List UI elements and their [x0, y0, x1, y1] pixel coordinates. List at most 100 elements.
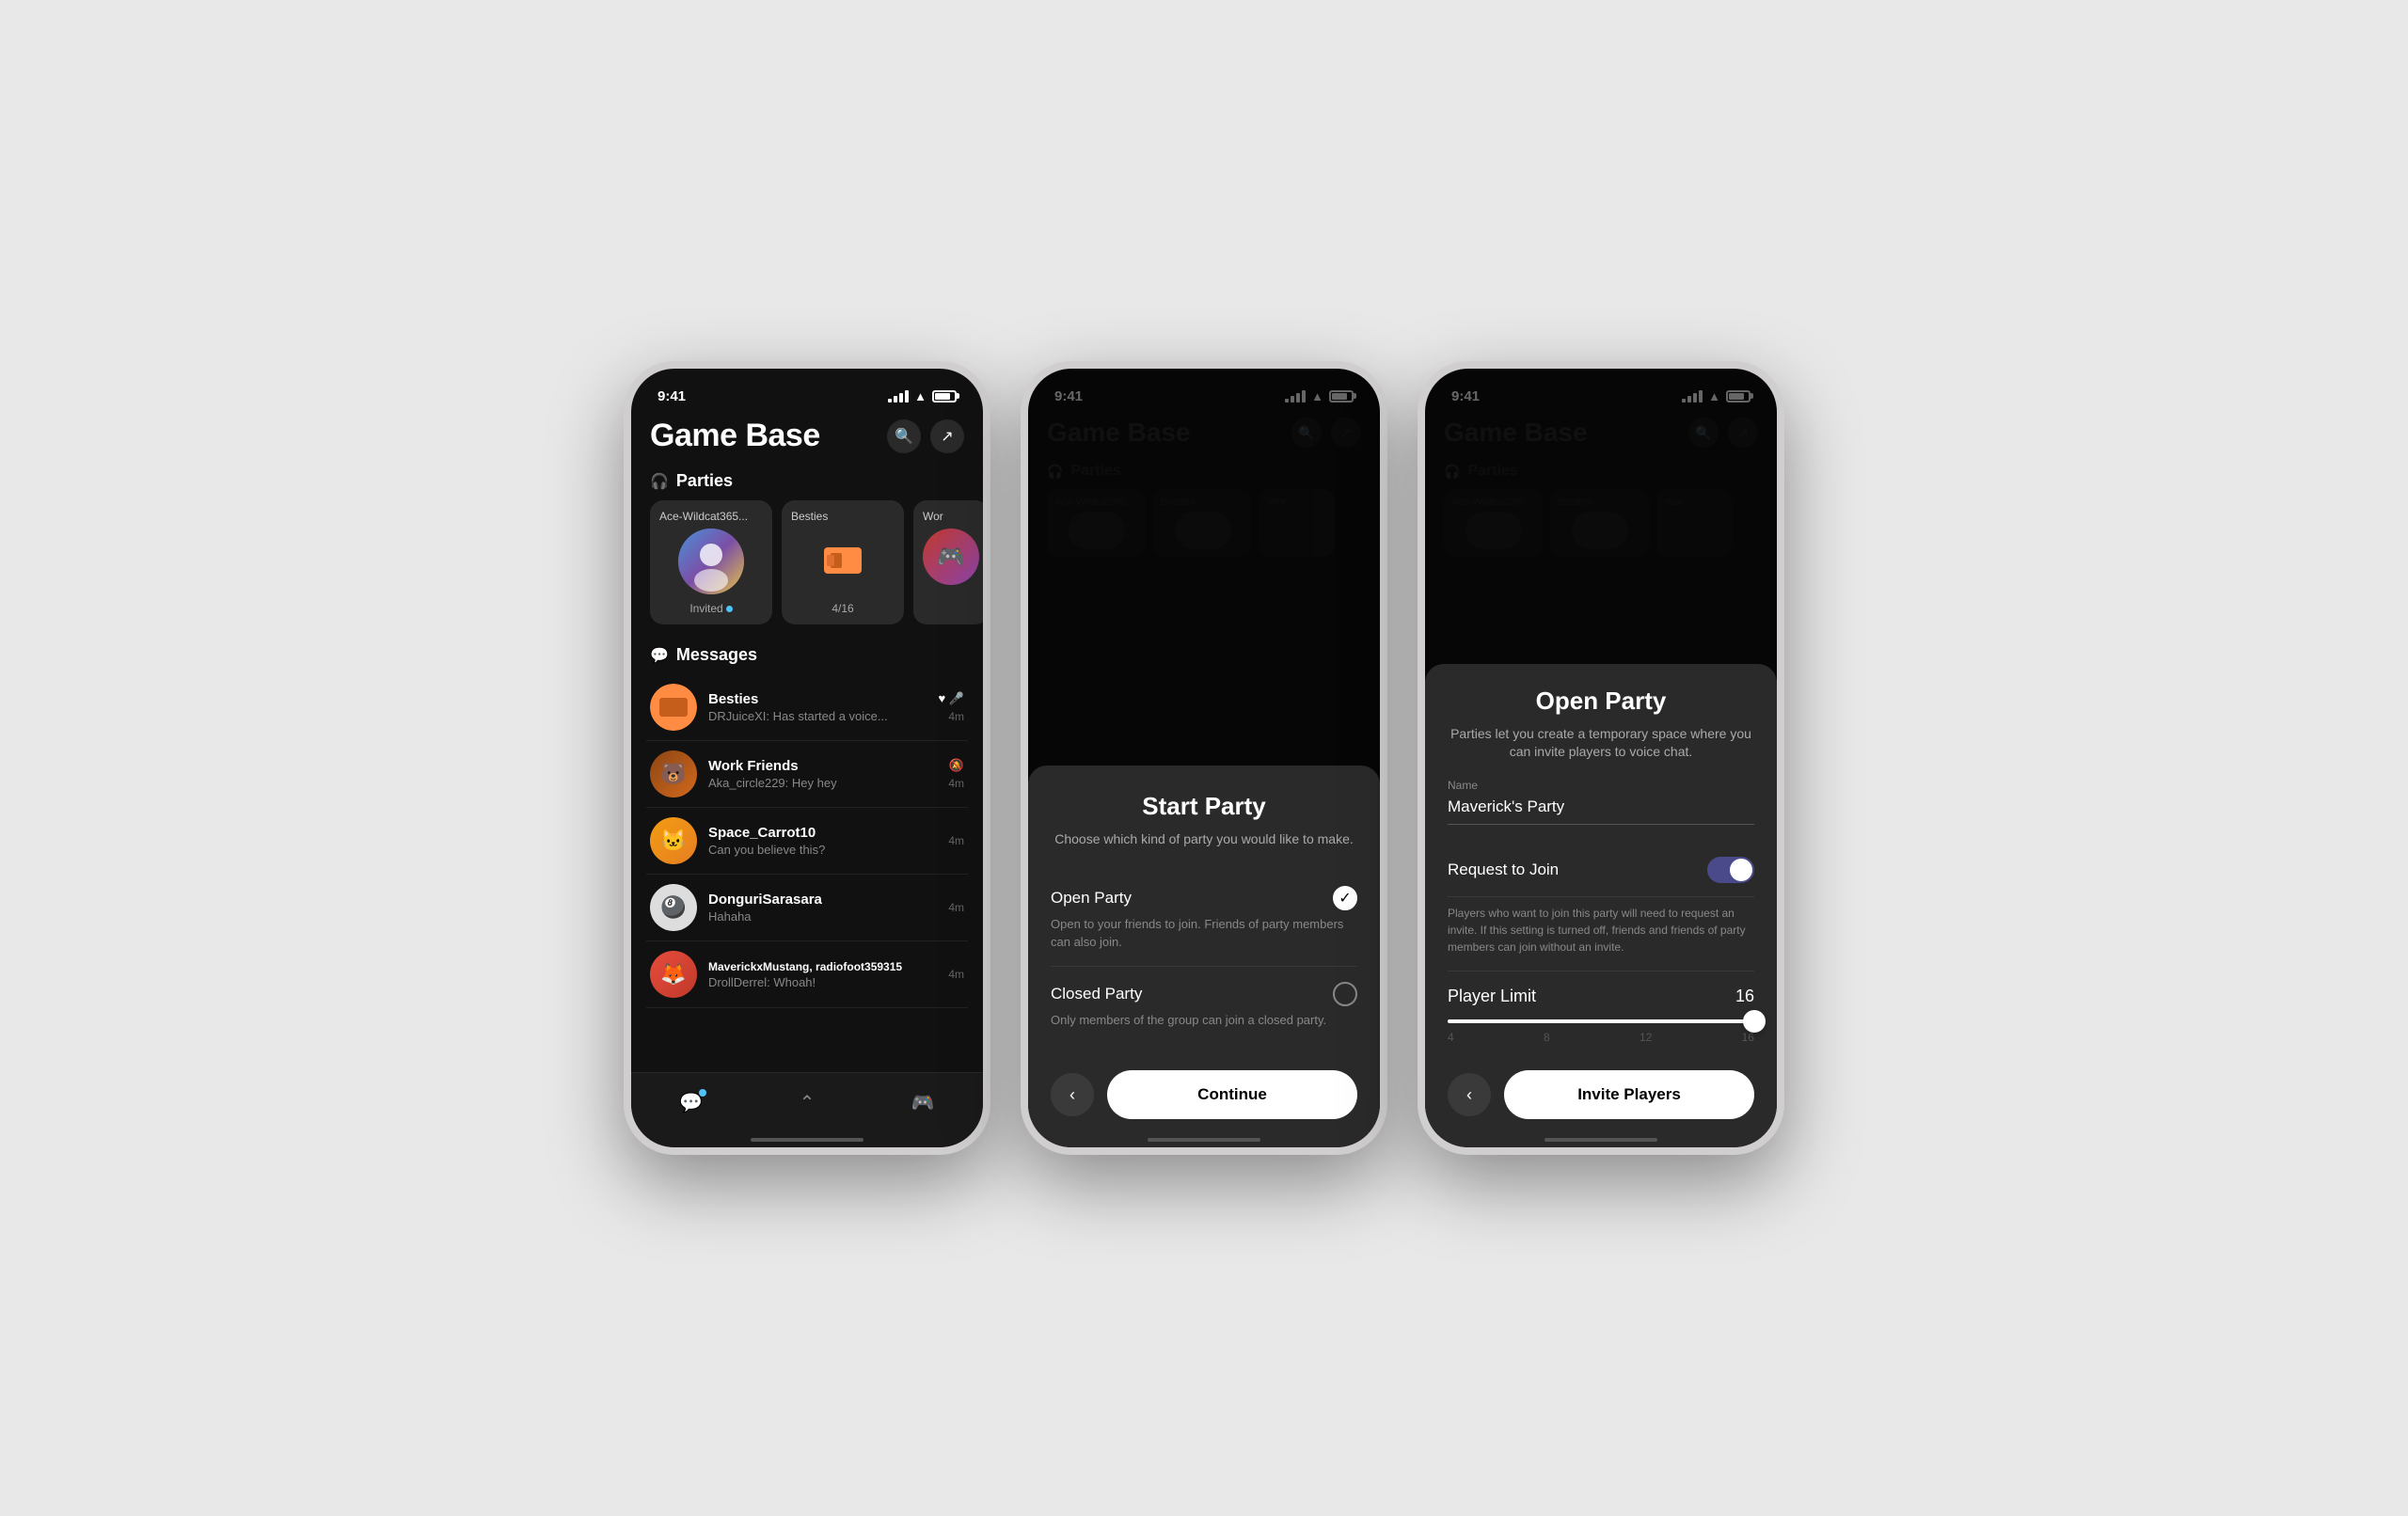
closed-party-radio[interactable] [1333, 982, 1357, 1006]
status-time-1: 9:41 [657, 388, 686, 404]
back-button-3[interactable]: ‹ [1448, 1073, 1491, 1116]
message-item-workfriends[interactable]: 🐻 Work Friends Aka_circle229: Hey hey 🔕 … [646, 741, 968, 808]
modal-overlay-2: Start Party Choose which kind of party y… [1028, 369, 1380, 1147]
header-1: Game Base 🔍 ↗ [631, 410, 983, 466]
invite-dot [726, 606, 733, 612]
nav-game[interactable]: 🎮 [911, 1091, 935, 1114]
modal-title-3: Open Party [1448, 687, 1754, 716]
player-limit-value: 16 [1735, 987, 1754, 1006]
screen1: 9:41 ▲ Game Base 🔍 ↗ [631, 369, 983, 1147]
continue-label: Continue [1197, 1085, 1267, 1104]
open-party-header: Open Party ✓ [1051, 886, 1357, 910]
modal-subtitle-3: Parties let you create a temporary space… [1448, 725, 1754, 762]
home-indicator-3 [1545, 1138, 1657, 1142]
party-avatar-ace [678, 529, 744, 594]
party-status-ace: Invited [659, 602, 763, 615]
party-status-besties: 4/16 [791, 602, 895, 615]
home-nav-icon: ⌃ [800, 1091, 816, 1114]
party-card-ace[interactable]: Ace-Wildcat365... [650, 500, 772, 624]
party-card-wor[interactable]: Wor 🎮 [913, 500, 983, 624]
request-to-join-toggle[interactable] [1707, 857, 1754, 883]
open-party-desc: Open to your friends to join. Friends of… [1051, 916, 1357, 950]
name-label: Name [1448, 779, 1754, 792]
party-avatar-container-ace [659, 529, 763, 594]
party-avatar-besties [810, 529, 876, 594]
parties-row: Ace-Wildcat365... [631, 500, 983, 640]
msg-time-workfriends: 4m [948, 777, 964, 790]
screen3: 9:41 ▲ Game Base 🔍 ↗ [1425, 369, 1777, 1147]
avatar-space: 🐱 [650, 817, 697, 864]
continue-button[interactable]: Continue [1107, 1070, 1357, 1119]
msg-name-besties: Besties [708, 691, 927, 707]
game-nav-icon: 🎮 [911, 1091, 935, 1114]
slider-label-4: 4 [1448, 1031, 1454, 1044]
msg-name-workfriends: Work Friends [708, 758, 937, 774]
message-item-donguri[interactable]: 🎱 DonguriSarasara Hahaha 4m [646, 875, 968, 941]
msg-meta-maverick: 4m [948, 968, 964, 981]
modal-footer-2: ‹ Continue [1051, 1070, 1357, 1119]
msg-preview-space: Can you believe this? [708, 843, 937, 857]
closed-party-label: Closed Party [1051, 985, 1142, 1003]
name-input-value: Maverick's Party [1448, 797, 1754, 816]
msg-meta-besties: ♥ 🎤 4m [938, 691, 964, 723]
modal-footer-3: ‹ Invite Players [1448, 1070, 1754, 1119]
message-item-space[interactable]: 🐱 Space_Carrot10 Can you believe this? 4… [646, 808, 968, 875]
party-name-ace: Ace-Wildcat365... [659, 510, 763, 523]
back-icon-3: ‹ [1466, 1085, 1472, 1105]
modal-subtitle-2: Choose which kind of party you would lik… [1051, 830, 1357, 849]
message-item-besties[interactable]: Besties DRJuiceXI: Has started a voice..… [646, 674, 968, 741]
phone-3: 9:41 ▲ Game Base 🔍 ↗ [1418, 361, 1784, 1155]
avatar-besties [650, 684, 697, 731]
mute-icon-workfriends: 🔕 [949, 758, 964, 773]
open-party-modal: Open Party Parties let you create a temp… [1425, 664, 1777, 1147]
messages-section-title: 💬 Messages [631, 640, 983, 674]
slider-track [1448, 1019, 1754, 1023]
msg-time-space: 4m [948, 834, 964, 847]
open-party-label: Open Party [1051, 889, 1132, 908]
parties-icon: 🎧 [650, 472, 669, 491]
nav-home[interactable]: ⌃ [800, 1091, 816, 1114]
back-button-2[interactable]: ‹ [1051, 1073, 1094, 1116]
player-limit-slider[interactable]: 4 8 12 16 [1448, 1019, 1754, 1044]
msg-time-maverick: 4m [948, 968, 964, 981]
msg-content-donguri: DonguriSarasara Hahaha [708, 892, 937, 924]
player-limit-row: Player Limit 16 [1448, 987, 1754, 1006]
party-card-besties[interactable]: Besties 4/16 [782, 500, 904, 624]
closed-party-desc: Only members of the group can join a clo… [1051, 1012, 1357, 1029]
msg-meta-donguri: 4m [948, 901, 964, 914]
player-limit-label: Player Limit [1448, 987, 1536, 1006]
msg-content-besties: Besties DRJuiceXI: Has started a voice..… [708, 691, 927, 723]
slider-label-8: 8 [1544, 1031, 1550, 1044]
msg-time-donguri: 4m [948, 901, 964, 914]
nav-messages[interactable]: 💬 [679, 1091, 703, 1114]
share-button-1[interactable]: ↗ [930, 419, 964, 453]
closed-party-header: Closed Party [1051, 982, 1357, 1006]
name-input-container[interactable]: Maverick's Party [1448, 797, 1754, 825]
invite-players-button[interactable]: Invite Players [1504, 1070, 1754, 1119]
message-item-maverick[interactable]: 🦊 MaverickxMustang, radiofoot359315 Drol… [646, 941, 968, 1008]
parties-section-title: 🎧 Parties [631, 466, 983, 500]
msg-meta-workfriends: 🔕 4m [948, 758, 964, 790]
slider-labels: 4 8 12 16 [1448, 1031, 1754, 1044]
messages-icon: 💬 [650, 646, 669, 665]
msg-content-maverick: MaverickxMustang, radiofoot359315 DrollD… [708, 960, 937, 989]
start-party-modal: Start Party Choose which kind of party y… [1028, 766, 1380, 1147]
request-to-join-row[interactable]: Request to Join [1448, 844, 1754, 897]
msg-icons-besties: ♥ 🎤 [938, 691, 964, 706]
invite-players-label: Invite Players [1577, 1085, 1681, 1104]
bottom-nav-1: 💬 ⌃ 🎮 [631, 1072, 983, 1147]
msg-name-maverick: MaverickxMustang, radiofoot359315 [708, 960, 937, 973]
closed-party-option[interactable]: Closed Party Only members of the group c… [1051, 967, 1357, 1044]
slider-fill [1448, 1019, 1754, 1023]
header-actions-1: 🔍 ↗ [887, 419, 964, 453]
open-party-option[interactable]: Open Party ✓ Open to your friends to joi… [1051, 871, 1357, 966]
phone-2: 9:41 ▲ Game Base 🔍 ↗ [1021, 361, 1387, 1155]
back-icon-2: ‹ [1069, 1085, 1075, 1105]
open-party-radio[interactable]: ✓ [1333, 886, 1357, 910]
messages-list: Besties DRJuiceXI: Has started a voice..… [631, 674, 983, 1008]
modal-title-2: Start Party [1051, 792, 1357, 821]
msg-content-space: Space_Carrot10 Can you believe this? [708, 825, 937, 857]
slider-thumb [1743, 1010, 1766, 1033]
search-button-1[interactable]: 🔍 [887, 419, 921, 453]
status-icons-1: ▲ [888, 389, 957, 403]
